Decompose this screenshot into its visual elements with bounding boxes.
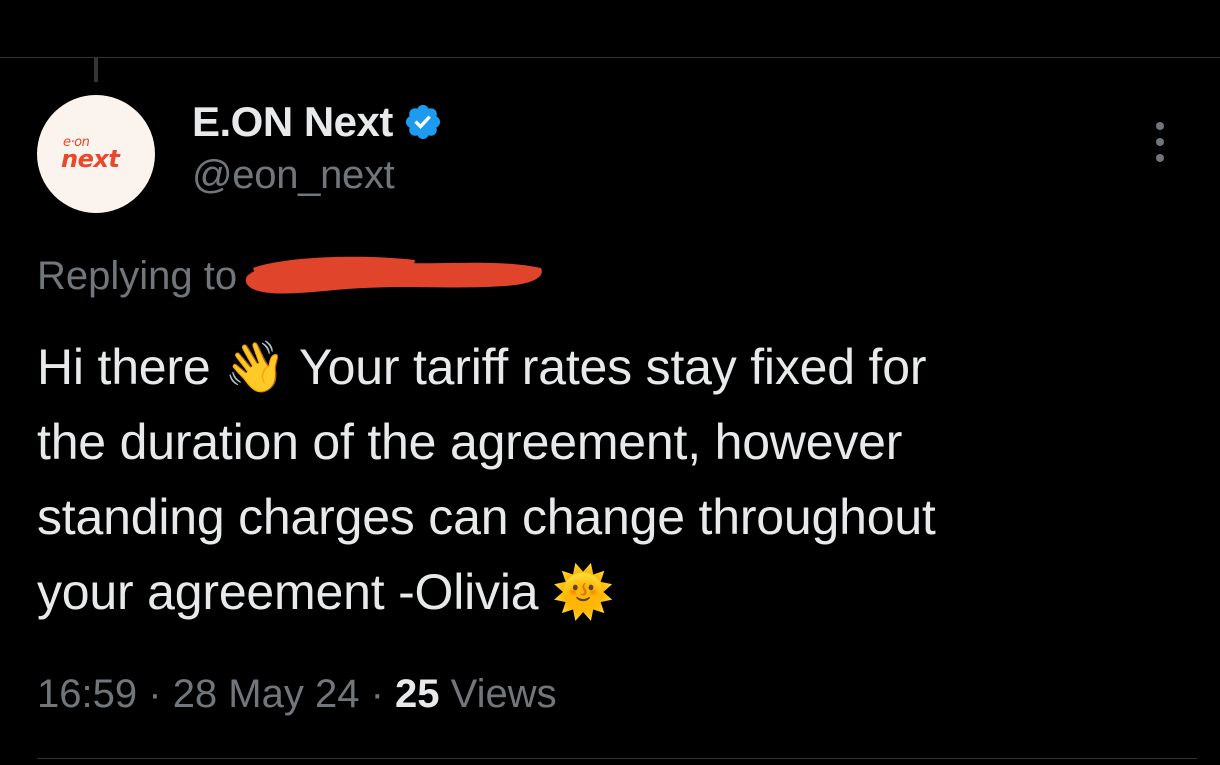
more-vertical-icon[interactable] xyxy=(1148,122,1172,162)
tweet-line-4: your agreement -Olivia 🌞 xyxy=(37,555,1187,630)
redacted-mention-scribble xyxy=(245,256,542,294)
bottom-divider xyxy=(37,758,1197,759)
tweet-text-segment: your agreement -Olivia xyxy=(37,564,539,620)
tweet-text: Hi there 👋 Your tariff rates stay fixed … xyxy=(37,330,1187,630)
display-name[interactable]: E.ON Next xyxy=(192,98,393,146)
top-divider xyxy=(0,57,1220,58)
separator-dot: · xyxy=(148,671,162,716)
tweet-line-2: the duration of the agreement, however xyxy=(37,414,903,470)
tweet-date[interactable]: 28 May 24 xyxy=(173,672,360,717)
replying-to-label: Replying to xyxy=(37,253,238,298)
separator-dot: · xyxy=(370,671,384,716)
meta-space xyxy=(440,672,451,717)
sun-with-face-emoji: 🌞 xyxy=(552,563,615,621)
more-dot xyxy=(1156,154,1164,162)
waving-hand-emoji: 👋 xyxy=(224,338,287,396)
tweet-time[interactable]: 16:59 xyxy=(37,672,137,717)
thread-connector-line xyxy=(94,58,98,82)
verified-badge-icon xyxy=(405,104,440,140)
author-handle[interactable]: @eon_next xyxy=(192,153,395,198)
meta-separator: · xyxy=(359,672,395,717)
views-count: 25 xyxy=(395,671,440,716)
more-dot xyxy=(1156,122,1164,130)
views-label: Views xyxy=(450,671,557,716)
tweet-text-segment: Hi there xyxy=(37,339,211,395)
more-dot xyxy=(1156,138,1164,146)
meta-separator: · xyxy=(137,672,173,717)
author-name-row[interactable]: E.ON Next xyxy=(192,98,443,146)
tweet-metadata: 16:59 · 28 May 24 · 25 Views xyxy=(37,668,557,720)
avatar-logo-next: next xyxy=(61,145,120,173)
tweet-line-1: Hi there 👋 Your tariff rates stay fixed … xyxy=(37,330,1187,405)
replying-to-row: Replying to xyxy=(37,250,545,302)
tweet-text-segment: Your tariff rates stay fixed for xyxy=(299,339,927,395)
tweet-line-3: standing charges can change throughout xyxy=(37,489,936,545)
avatar[interactable]: e·on next xyxy=(37,95,155,213)
